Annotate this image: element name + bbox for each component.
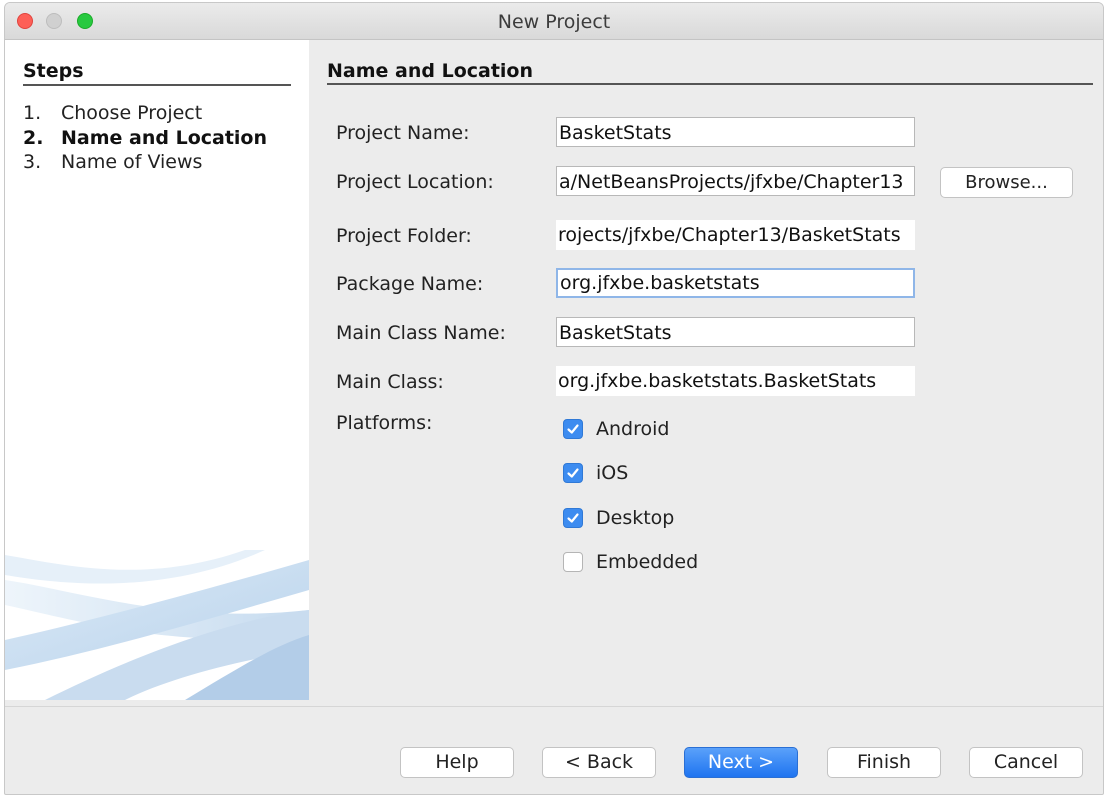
main-class-field: org.jfxbe.basketstats.BasketStats: [556, 366, 915, 396]
project-name-label: Project Name:: [336, 122, 470, 144]
step-name-of-views: 3. Name of Views: [23, 151, 202, 173]
android-label: Android: [596, 418, 670, 440]
title-bar[interactable]: New Project: [5, 3, 1103, 40]
step-choose-project: 1. Choose Project: [23, 102, 202, 124]
browse-button[interactable]: Browse...: [940, 167, 1073, 198]
project-folder-label: Project Folder:: [336, 225, 472, 247]
main-class-name-field[interactable]: BasketStats: [556, 317, 915, 347]
step-label: Name of Views: [61, 151, 203, 173]
main-class-label: Main Class:: [336, 371, 444, 393]
field-value: rojects/jfxbe/Chapter13/BasketStats: [558, 224, 901, 246]
project-location-field[interactable]: a/NetBeansProjects/jfxbe/Chapter13: [556, 166, 915, 196]
step-number: 2.: [23, 127, 44, 149]
checkmark-icon: [567, 424, 579, 434]
package-name-field[interactable]: org.jfxbe.basketstats: [556, 268, 915, 298]
step-label: Name and Location: [61, 127, 268, 149]
step-number: 1.: [23, 102, 42, 124]
android-checkbox[interactable]: [563, 419, 583, 439]
window-title: New Project: [497, 11, 611, 33]
step-label: Choose Project: [61, 102, 203, 124]
field-value: org.jfxbe.basketstats.BasketStats: [558, 370, 877, 392]
steps-heading: Steps: [23, 60, 84, 82]
field-value: BasketStats: [559, 122, 672, 144]
panel-title: Name and Location: [327, 60, 534, 82]
name-and-location-panel: Name and Location Project Name: BasketSt…: [309, 40, 1103, 700]
step-number: 3.: [23, 151, 42, 173]
checkmark-icon: [567, 468, 579, 478]
step-name-and-location: 2. Name and Location: [23, 127, 267, 149]
back-button[interactable]: < Back: [542, 747, 656, 778]
help-button[interactable]: Help: [400, 747, 514, 778]
project-folder-field: rojects/jfxbe/Chapter13/BasketStats: [556, 220, 915, 250]
ios-label: iOS: [596, 462, 629, 484]
main-class-name-label: Main Class Name:: [336, 322, 506, 344]
field-value: a/NetBeansProjects/jfxbe/Chapter13: [559, 171, 904, 193]
next-button[interactable]: Next >: [684, 747, 798, 778]
project-name-field[interactable]: BasketStats: [556, 117, 915, 147]
field-value: org.jfxbe.basketstats: [560, 272, 760, 294]
platforms-label: Platforms:: [336, 412, 433, 434]
field-value: BasketStats: [559, 322, 672, 344]
desktop-checkbox[interactable]: [563, 508, 583, 528]
checkmark-icon: [567, 513, 579, 523]
cancel-button[interactable]: Cancel: [969, 747, 1083, 778]
embedded-label: Embedded: [596, 551, 699, 573]
netbeans-swoosh-graphic: [5, 550, 309, 700]
ios-checkbox[interactable]: [563, 463, 583, 483]
desktop-label: Desktop: [596, 507, 675, 529]
project-location-label: Project Location:: [336, 171, 494, 193]
finish-button[interactable]: Finish: [827, 747, 941, 778]
package-name-label: Package Name:: [336, 273, 484, 295]
steps-divider: [23, 84, 291, 86]
panel-divider: [327, 83, 1093, 85]
button-bar-divider: [5, 706, 1103, 707]
new-project-dialog: New Project Steps 1. Choose Project 2. Nam…: [4, 2, 1104, 795]
steps-pane: Steps 1. Choose Project 2. Name and Locati…: [5, 40, 309, 700]
embedded-checkbox[interactable]: [563, 552, 583, 572]
